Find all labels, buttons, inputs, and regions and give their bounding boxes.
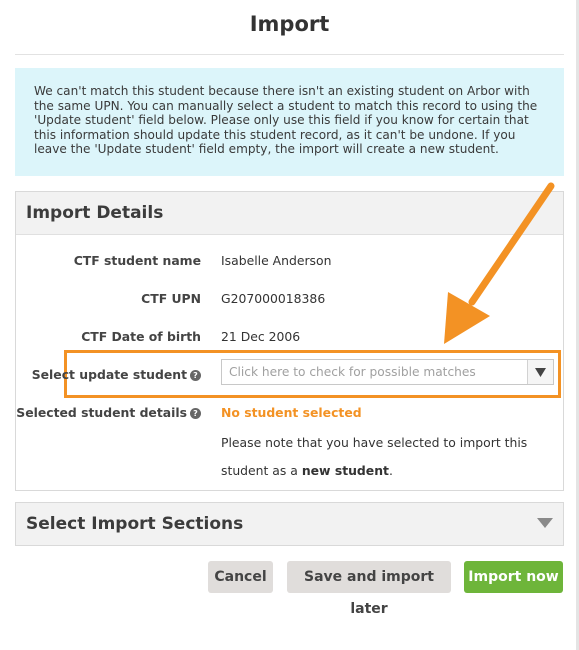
no-student-selected-value: No student selected xyxy=(221,405,362,420)
ctf-dob-label: CTF Date of birth xyxy=(81,329,201,344)
import-now-button[interactable]: Import now xyxy=(464,561,563,593)
update-student-placeholder: Click here to check for possible matches xyxy=(229,365,476,379)
note-suffix: . xyxy=(388,463,393,478)
import-details-heading: Import Details xyxy=(16,192,563,235)
save-and-import-later-button[interactable]: Save and import later xyxy=(287,561,451,617)
dialog-title: Import xyxy=(249,12,330,36)
select-import-sections-panel[interactable]: Select Import Sections xyxy=(15,502,564,546)
ctf-upn-value: G207000018386 xyxy=(221,291,326,306)
cancel-button[interactable]: Cancel xyxy=(208,561,273,593)
update-student-select[interactable]: Click here to check for possible matches xyxy=(221,359,554,385)
select-update-student-label: Select update student? xyxy=(32,367,201,382)
title-divider xyxy=(15,54,564,55)
import-dialog: Import We can't match this student becau… xyxy=(0,0,579,650)
ctf-student-name-value: Isabelle Anderson xyxy=(221,253,332,268)
new-student-note: Please note that you have selected to im… xyxy=(221,429,541,485)
note-bold: new student xyxy=(301,463,389,478)
selected-student-details-label: Selected student details? xyxy=(16,405,201,420)
ctf-student-name-label: CTF student name xyxy=(73,253,201,268)
help-icon[interactable]: ? xyxy=(190,408,201,419)
import-details-panel: Import Details CTF student name Isabelle… xyxy=(15,191,564,491)
ctf-upn-label: CTF UPN xyxy=(141,291,201,306)
select-update-student-text: Select update student xyxy=(31,367,187,382)
help-icon[interactable]: ? xyxy=(190,370,201,381)
ctf-dob-value: 21 Dec 2006 xyxy=(221,329,301,344)
selected-student-details-text: Selected student details xyxy=(16,405,187,420)
select-import-sections-heading[interactable]: Select Import Sections xyxy=(16,503,563,545)
chevron-down-icon[interactable] xyxy=(537,518,553,528)
info-notice: We can't match this student because ther… xyxy=(15,68,564,176)
dropdown-arrow-icon[interactable] xyxy=(527,360,553,384)
